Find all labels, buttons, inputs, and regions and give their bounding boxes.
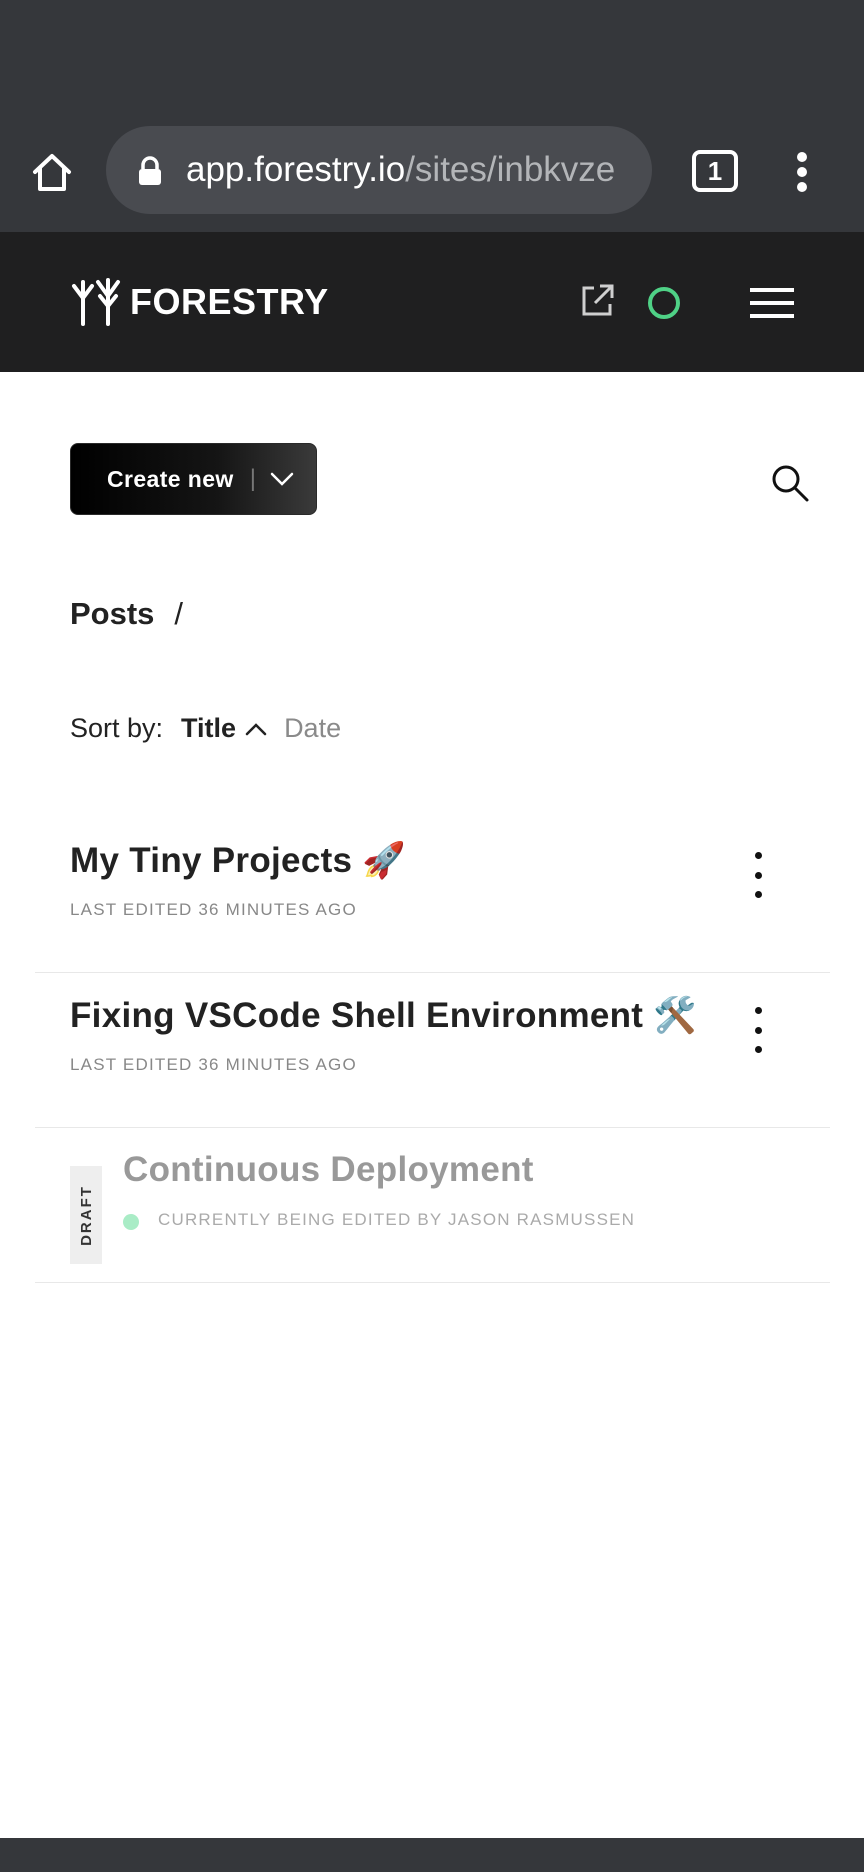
create-new-button[interactable]: Create new |	[70, 443, 317, 515]
breadcrumb-posts[interactable]: Posts	[70, 596, 154, 632]
brand-name: FORESTRY	[130, 281, 329, 322]
lock-icon	[139, 156, 161, 185]
url-path: /sites/inbkvze	[405, 150, 616, 189]
post-title[interactable]: My Tiny Projects 🚀	[70, 840, 406, 881]
draft-badge-label: DRAFT	[77, 1184, 95, 1246]
sort-by-title[interactable]: Title	[181, 713, 236, 744]
sort-controls: Sort by: Title Date	[70, 713, 341, 744]
home-icon[interactable]	[24, 148, 80, 196]
post-list-item[interactable]: DRAFT Continuous Deployment CURRENTLY BE…	[35, 1128, 830, 1283]
status-bar	[0, 0, 864, 110]
browser-toolbar: app.forestry.io/sites/inbkvze 1	[0, 110, 864, 232]
draft-badge: DRAFT	[70, 1166, 102, 1264]
url-host: app.forestry.io	[186, 150, 406, 189]
external-link-icon[interactable]	[580, 282, 616, 318]
browser-menu-icon[interactable]	[786, 144, 818, 200]
post-meta: LAST EDITED 36 MINUTES AGO	[70, 1055, 357, 1074]
sort-by-date[interactable]: Date	[284, 713, 341, 744]
post-meta: CURRENTLY BEING EDITED BY JASON RASMUSSE…	[158, 1210, 636, 1229]
post-list-item[interactable]: Fixing VSCode Shell Environment 🛠️ LAST …	[35, 973, 830, 1128]
forestry-tree-icon	[72, 278, 120, 326]
post-title[interactable]: Fixing VSCode Shell Environment 🛠️	[70, 995, 697, 1036]
url-text: app.forestry.io/sites/inbkvze	[186, 148, 638, 192]
more-options-icon[interactable]	[751, 852, 765, 898]
editing-status-icon	[123, 1214, 139, 1230]
forestry-logo[interactable]: FORESTRY	[70, 276, 329, 328]
breadcrumb: Posts /	[70, 596, 183, 632]
tab-switcher-button[interactable]: 1	[692, 150, 738, 192]
chevron-down-icon[interactable]	[268, 469, 296, 489]
post-list-item[interactable]: My Tiny Projects 🚀 LAST EDITED 36 MINUTE…	[35, 818, 830, 973]
app-header: FORESTRY	[0, 232, 864, 372]
create-new-label: Create new	[107, 465, 234, 492]
hamburger-menu-icon[interactable]	[750, 288, 794, 318]
create-separator: |	[249, 465, 256, 492]
sort-label: Sort by:	[70, 713, 164, 743]
chevron-up-icon[interactable]	[244, 721, 268, 737]
status-indicator-icon	[648, 287, 680, 319]
tab-count: 1	[707, 155, 723, 186]
navigation-bar	[0, 1838, 864, 1872]
post-meta: LAST EDITED 36 MINUTES AGO	[70, 900, 357, 919]
address-bar[interactable]: app.forestry.io/sites/inbkvze	[106, 126, 652, 214]
search-icon[interactable]	[770, 463, 810, 503]
more-options-icon[interactable]	[751, 1007, 765, 1053]
post-title[interactable]: Continuous Deployment	[123, 1150, 534, 1190]
breadcrumb-separator: /	[174, 596, 184, 631]
